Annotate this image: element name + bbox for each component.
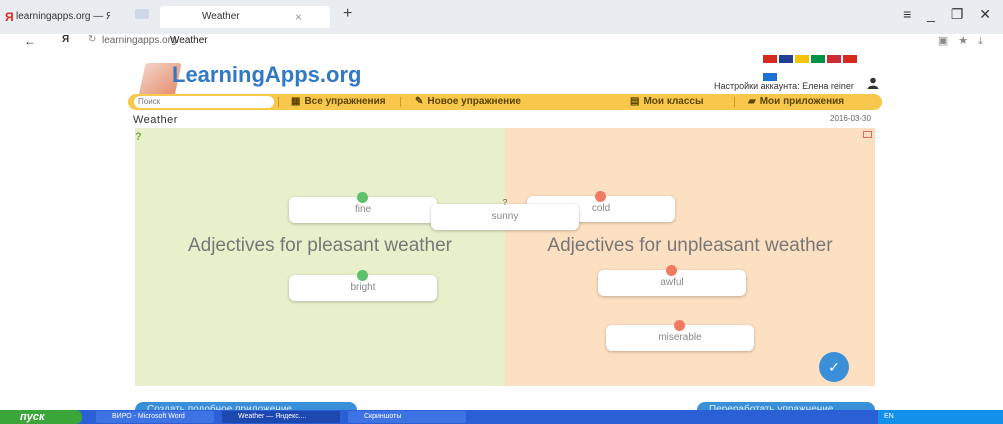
site-logo[interactable]: LearningApps.org (138, 55, 370, 97)
tab-learningapps[interactable]: Я learningapps.org — Яндекс (2, 6, 110, 28)
zone-label-pleasant: Adjectives for pleasant weather (187, 235, 453, 256)
nav-new-exercise[interactable]: ✎ Новое упражнение (415, 96, 521, 107)
exercise-date: 2016-03-30 (830, 114, 871, 123)
reload-icon[interactable]: ↻ (88, 34, 96, 45)
yandex-logo-icon: Я (5, 10, 14, 24)
url-page-title: Weather (170, 35, 208, 46)
browser-tab-strip: Я learningapps.org — Яндекс Weather × + … (0, 0, 1003, 34)
help-icon[interactable]: ? (135, 131, 149, 143)
nav-label: Новое упражнение (427, 96, 521, 107)
start-button[interactable]: пуск (0, 410, 82, 424)
language-flag-icon[interactable] (763, 73, 777, 81)
account-settings-link[interactable]: Настройки аккаунта: Елена reiner (714, 81, 854, 91)
language-flags[interactable] (763, 55, 873, 81)
language-flag-icon[interactable] (779, 55, 793, 63)
taskbar-item-screenshots[interactable]: Скриншоты (348, 411, 466, 423)
nav-my-apps[interactable]: ▰ Мои приложения (748, 96, 844, 107)
nav-label: Мои классы (643, 96, 704, 107)
card-label: fine (354, 204, 372, 215)
card-label: bright (350, 282, 376, 293)
pencil-icon: ✎ (415, 96, 424, 107)
user-icon[interactable] (867, 77, 879, 89)
tab-label: learningapps.org — Яндекс (16, 11, 110, 22)
green-dot-icon (357, 270, 368, 281)
card-label: miserable (658, 332, 702, 343)
grid-icon: ▦ (291, 96, 301, 107)
nav-my-classes[interactable]: ▤ Мои классы (630, 96, 704, 107)
nav-divider (734, 97, 735, 107)
address-bar[interactable]: ← Я ↻ learningapps.org Weather ▣★⤓ (0, 34, 1003, 50)
card-sunny[interactable]: ? sunny (431, 198, 579, 230)
nav-divider (278, 97, 279, 107)
tab-weather[interactable]: Weather × (160, 6, 330, 28)
tab-label: Weather (202, 11, 240, 22)
page-content: LearningApps.org Настройки аккаунта: Еле… (0, 50, 1003, 416)
language-flag-icon[interactable] (763, 55, 777, 63)
yandex-logo-icon[interactable]: Я (62, 34, 69, 45)
check-answers-button[interactable]: ✓ (819, 352, 849, 382)
window-controls[interactable]: ≡ _ ❐ ✕ (903, 6, 997, 23)
language-flag-icon[interactable] (811, 55, 825, 63)
language-flag-icon[interactable] (827, 55, 841, 63)
exercise-title: Weather (133, 114, 178, 126)
url-host[interactable]: learningapps.org (102, 35, 177, 46)
card-bright[interactable]: bright (289, 270, 437, 301)
green-dot-icon (357, 192, 368, 203)
fullscreen-icon[interactable] (863, 131, 872, 138)
back-arrow-icon[interactable]: ← (24, 34, 36, 48)
red-dot-icon (674, 320, 685, 331)
taskbar-item-word[interactable]: ВИРО - Microsoft Word (96, 411, 214, 423)
card-label: cold (591, 203, 611, 214)
os-taskbar: пуск ВИРО - Microsoft Word Weather — Янд… (0, 410, 1003, 424)
card-label: sunny (491, 211, 519, 222)
exercise-area: ? Adjectives for pleasant weather Adject… (135, 128, 875, 386)
card-fine[interactable]: fine (289, 192, 437, 223)
tab-favicon-icon (135, 9, 149, 19)
language-flag-icon[interactable] (795, 55, 809, 63)
new-tab-button[interactable]: + (343, 5, 352, 23)
card-miserable[interactable]: miserable (606, 320, 754, 351)
bookmark-and-download-icons[interactable]: ▣★⤓ (938, 34, 993, 48)
taskbar-item-browser[interactable]: Weather — Яндекс.... (222, 411, 340, 423)
nav-label: Все упражнения (304, 96, 386, 107)
unplaced-marker: ? (502, 198, 508, 207)
red-dot-icon (666, 265, 677, 276)
nav-divider (400, 97, 401, 107)
red-dot-icon (595, 191, 606, 202)
logo-text: LearningApps.org (172, 62, 362, 87)
close-tab-icon[interactable]: × (295, 6, 302, 28)
card-awful[interactable]: awful (598, 265, 746, 296)
folder-icon: ▰ (748, 96, 756, 107)
language-flag-icon[interactable] (843, 55, 857, 63)
system-tray[interactable]: EN (878, 410, 1003, 424)
search-input[interactable] (134, 96, 274, 108)
card-label: awful (660, 277, 684, 288)
nav-all-exercises[interactable]: ▦ Все упражнения (291, 96, 386, 107)
table-icon: ▤ (630, 96, 640, 107)
nav-label: Мои приложения (759, 96, 845, 107)
main-navigation: ▦Все упражнения ✎Новое упражнение ▤Мои к… (128, 94, 882, 110)
zone-label-unpleasant: Adjectives for unpleasant weather (547, 235, 833, 256)
